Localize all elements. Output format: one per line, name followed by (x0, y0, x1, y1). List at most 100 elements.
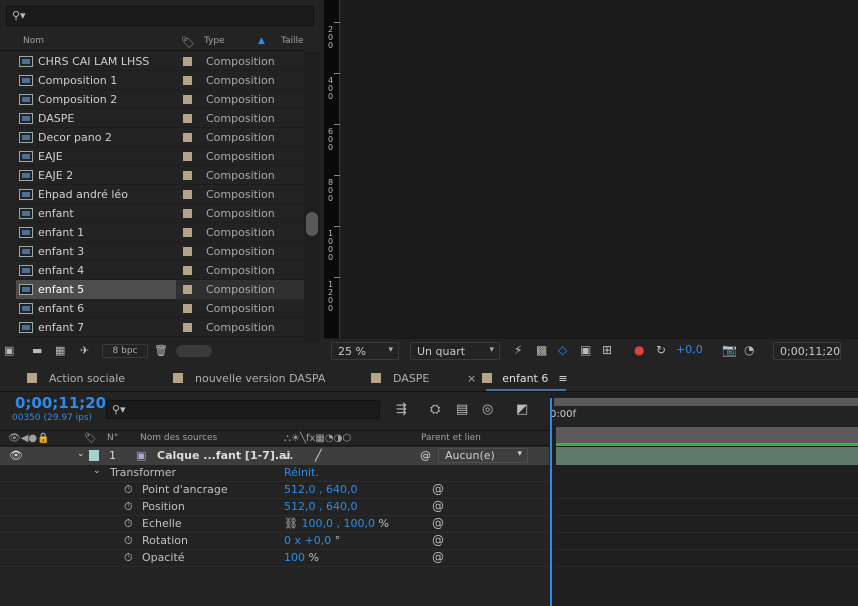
project-item[interactable]: enfant 5 Composition (16, 280, 304, 299)
label-swatch[interactable] (183, 152, 192, 161)
project-item[interactable]: Decor pano 2 Composition (16, 128, 304, 147)
property-value[interactable]: 0 x +0,0 ° (284, 534, 340, 547)
resolution-dropdown[interactable]: Un quart ▾ (410, 342, 500, 360)
tab-daspe[interactable]: DASPE (371, 372, 429, 385)
label-swatch[interactable] (183, 285, 192, 294)
layer-label-swatch[interactable] (89, 450, 99, 461)
scrollbar-thumb[interactable] (306, 212, 318, 236)
project-item[interactable]: DASPE Composition (16, 109, 304, 128)
project-item[interactable]: enfant 6 Composition (16, 299, 304, 318)
time-navigator[interactable] (556, 427, 858, 443)
stopwatch-icon[interactable]: ⏱ (124, 500, 133, 514)
expression-spiral-icon[interactable]: @ (432, 516, 444, 530)
property-row[interactable]: ⏱ Opacité 100 % @ (0, 550, 549, 567)
graph-editor-icon[interactable]: ◩ (516, 402, 528, 417)
stopwatch-icon[interactable]: ⏱ (124, 483, 133, 497)
expression-spiral-icon[interactable]: @ (432, 550, 444, 564)
expression-spiral-icon[interactable]: @ (432, 482, 444, 496)
expand-chevron-down-icon[interactable]: ⌄ (77, 449, 85, 459)
label-swatch[interactable] (183, 323, 192, 332)
column-name[interactable]: Nom (23, 36, 44, 46)
render-icon[interactable]: ✈ (80, 344, 89, 357)
zoom-dropdown[interactable]: 25 % ▾ (331, 342, 399, 360)
property-track[interactable] (556, 550, 858, 567)
horizontal-scroll-thumb[interactable] (176, 345, 212, 357)
label-swatch[interactable] (183, 266, 192, 275)
channel-icon[interactable]: ● (634, 343, 644, 357)
tab-action-sociale[interactable]: Action sociale (27, 372, 125, 385)
show-snapshot-icon[interactable]: ◔ (744, 343, 754, 357)
project-item[interactable]: EAJE Composition (16, 147, 304, 166)
frame-blending-icon[interactable]: ▤ (456, 402, 468, 417)
stopwatch-icon[interactable]: ⏱ (124, 551, 133, 565)
label-swatch[interactable] (183, 209, 192, 218)
project-item[interactable]: Composition 1 Composition (16, 71, 304, 90)
property-track[interactable] (556, 499, 858, 516)
label-tag-icon[interactable]: 🏷 (84, 433, 97, 444)
draft-3d-icon[interactable]: ⛭ (430, 402, 440, 417)
layer-duration-bar[interactable] (556, 447, 858, 465)
property-value-text[interactable]: 512,0 , 640,0 (284, 483, 357, 496)
property-row[interactable]: ⏱ Point d'ancrage 512,0 , 640,0 @ (0, 482, 549, 499)
column-type[interactable]: Type (204, 36, 225, 46)
interpret-footage-icon[interactable]: ▣ (4, 344, 14, 357)
project-item[interactable]: Ehpad andré léo Composition (16, 185, 304, 204)
work-area-bar[interactable] (554, 398, 858, 406)
tab-nouvelle-version-daspa[interactable]: nouvelle version DASPA (173, 372, 325, 385)
label-swatch[interactable] (183, 171, 192, 180)
grid-guides-icon[interactable]: ⊞ (602, 343, 612, 357)
transform-group-row[interactable]: ⌄ Transformer Réinit. (0, 465, 549, 482)
new-composition-icon[interactable]: ▦ (55, 344, 65, 357)
snapshot-icon[interactable]: 📷 (722, 343, 737, 357)
parent-dropdown[interactable]: Aucun(e) ▾ (438, 448, 528, 463)
region-of-interest-icon[interactable]: ▣ (580, 343, 591, 357)
fast-preview-icon[interactable]: ⚡ (514, 343, 522, 357)
new-folder-icon[interactable]: ▬ (32, 344, 42, 357)
timeline-search-input[interactable]: ⚲▾ (106, 400, 380, 419)
project-search-input[interactable]: ⚲▾ (6, 6, 314, 26)
layer-name[interactable]: Calque ...fant [1-7].ai (157, 449, 290, 462)
bit-depth-button[interactable]: 8 bpc (102, 344, 148, 358)
stopwatch-icon[interactable]: ⏱ (124, 534, 133, 548)
property-value-text[interactable]: 0 x +0,0 (284, 534, 331, 547)
project-item[interactable]: EAJE 2 Composition (16, 166, 304, 185)
label-swatch[interactable] (183, 95, 192, 104)
timeline-timecode[interactable]: 0;00;11;20 (15, 394, 106, 412)
quality-switch-icon[interactable]: ╱ (315, 449, 322, 462)
viewer-timecode[interactable]: 0;00;11;20 (773, 342, 841, 360)
motion-blur-icon[interactable]: ◎ (482, 402, 493, 417)
stopwatch-icon[interactable]: ⏱ (124, 517, 133, 531)
project-item[interactable]: enfant 1 Composition (16, 223, 304, 242)
eye-column-icon[interactable]: 👁◀●🔒 (8, 433, 50, 444)
property-track[interactable] (556, 533, 858, 550)
expression-spiral-icon[interactable]: @ (432, 533, 444, 547)
project-item[interactable]: enfant 7 Composition (16, 318, 304, 337)
property-value[interactable]: ⛓ 100,0 , 100,0 % (284, 517, 389, 530)
property-row[interactable]: ⏱ Echelle ⛓ 100,0 , 100,0 % @ (0, 516, 549, 533)
expand-chevron-down-icon[interactable]: ⌄ (93, 466, 101, 476)
label-swatch[interactable] (183, 57, 192, 66)
composition-flowchart-icon[interactable]: ⇶ (396, 402, 407, 417)
property-value-text[interactable]: 100,0 , 100,0 (301, 517, 374, 530)
property-track[interactable] (556, 482, 858, 499)
project-scrollbar[interactable] (304, 52, 320, 342)
label-tag-icon[interactable]: 🏷 (181, 36, 195, 49)
mask-visibility-icon[interactable]: ◇ (558, 343, 567, 357)
label-swatch[interactable] (183, 133, 192, 142)
property-value[interactable]: 100 % (284, 551, 319, 564)
layer-row[interactable]: 👁 ⌄ 1 ▣ Calque ...fant [1-7].ai ⛬ ╱ @ Au… (0, 447, 549, 465)
visibility-eye-icon[interactable]: 👁 (9, 449, 23, 462)
project-item[interactable]: enfant Composition (16, 204, 304, 223)
project-item[interactable]: Composition 2 Composition (16, 90, 304, 109)
time-ruler[interactable]: 0:00f (550, 406, 858, 426)
composition-viewer[interactable]: 200 400 600 800 1000 1200 (324, 0, 858, 338)
pick-whip-icon[interactable]: @ (420, 449, 431, 462)
label-swatch[interactable] (183, 247, 192, 256)
property-value[interactable]: 512,0 , 640,0 (284, 483, 357, 496)
trash-icon[interactable]: 🗑 (154, 344, 168, 357)
label-swatch[interactable] (183, 114, 192, 123)
tab-enfant-6[interactable]: × enfant 6 ≡ (467, 372, 568, 385)
panel-menu-icon[interactable]: ≡ (558, 372, 567, 385)
constrain-link-icon[interactable]: ⛓ (284, 517, 301, 530)
property-row[interactable]: ⏱ Position 512,0 , 640,0 @ (0, 499, 549, 516)
